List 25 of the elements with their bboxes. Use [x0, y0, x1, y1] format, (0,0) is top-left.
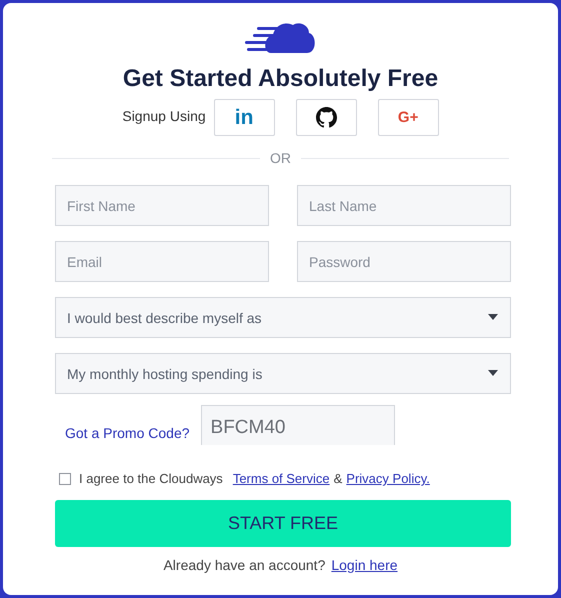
input-field[interactable]: First Name	[55, 185, 269, 226]
caret-icon	[488, 314, 498, 320]
dropdown[interactable]: I would best describe myself as	[55, 297, 511, 338]
input-field[interactable]: Email	[55, 241, 269, 282]
login-link[interactable]: Login here	[331, 557, 398, 573]
start-free-button[interactable]: START FREE	[55, 500, 511, 547]
promo-code-link[interactable]: Got a Promo Code?	[65, 425, 190, 441]
terms-link[interactable]: Terms of Service	[232, 471, 330, 486]
promo-code-field[interactable]: BFCM40	[200, 405, 395, 445]
agree-checkbox[interactable]	[59, 472, 71, 484]
linkedin-button[interactable]: in	[214, 99, 275, 136]
octocat-icon	[316, 107, 337, 128]
privacy-link[interactable]: Privacy Policy.	[346, 471, 430, 486]
login-prompt: Already have an account?	[163, 557, 326, 573]
ampersand-text: &	[334, 471, 342, 486]
agree-text: I agree to the Cloudways	[79, 471, 223, 486]
page-title: Get Started Absolutely Free	[122, 65, 440, 93]
signup-label: Signup Using	[122, 108, 206, 124]
or-divider-label: OR	[270, 150, 291, 166]
input-field[interactable]: Password	[297, 241, 511, 282]
dropdown[interactable]: My monthly hosting spending is	[55, 353, 511, 394]
github-button[interactable]	[296, 99, 357, 136]
input-field[interactable]: Last Name	[297, 185, 511, 226]
caret-icon	[488, 370, 498, 376]
google-plus-button[interactable]: G+	[378, 99, 439, 136]
